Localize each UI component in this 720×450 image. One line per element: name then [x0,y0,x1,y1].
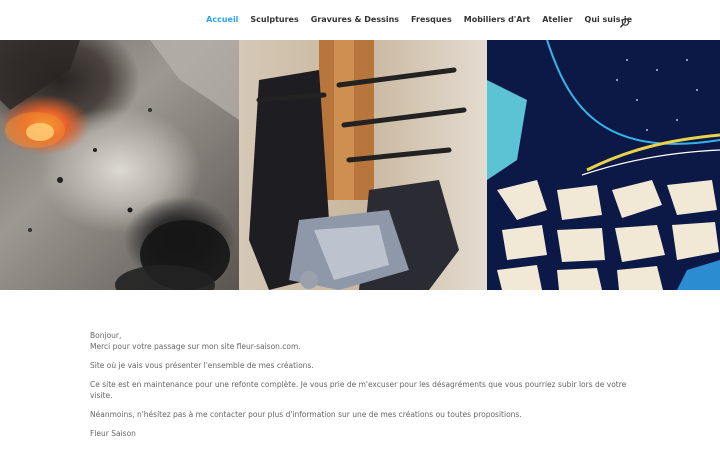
nav-item-mobiliers-dart[interactable]: Mobiliers d'Art [464,15,530,24]
nav-item-sculptures[interactable]: Sculptures [250,15,298,24]
site-header: Accueil Sculptures Gravures & Dessins Fr… [0,0,720,40]
signature-text: Fleur Saison [90,429,136,438]
contact-text: Néanmoins, n'hésitez pas à me contacter … [90,410,522,419]
main-nav: Accueil Sculptures Gravures & Dessins Fr… [206,15,632,24]
hero-banner [0,40,720,290]
nav-item-atelier[interactable]: Atelier [542,15,572,24]
nav-item-gravures-dessins[interactable]: Gravures & Dessins [311,15,399,24]
intro-text: Site où je vais vous présenter l'ensembl… [90,361,314,370]
hero-image-sculpture-glow [0,40,239,290]
nav-item-accueil[interactable]: Accueil [206,15,238,24]
hero-image-wood-metal-sculpture [239,40,487,290]
nav-item-fresques[interactable]: Fresques [411,15,452,24]
thanks-text: Merci pour votre passage sur mon site fl… [90,342,301,351]
welcome-text: Bonjour, Merci pour votre passage sur mo… [90,330,650,439]
search-icon[interactable] [619,14,631,28]
hero-image-fresco [487,40,720,290]
maintenance-text: Ce site est en maintenance pour une refo… [90,380,627,400]
greeting-text: Bonjour, [90,331,122,340]
